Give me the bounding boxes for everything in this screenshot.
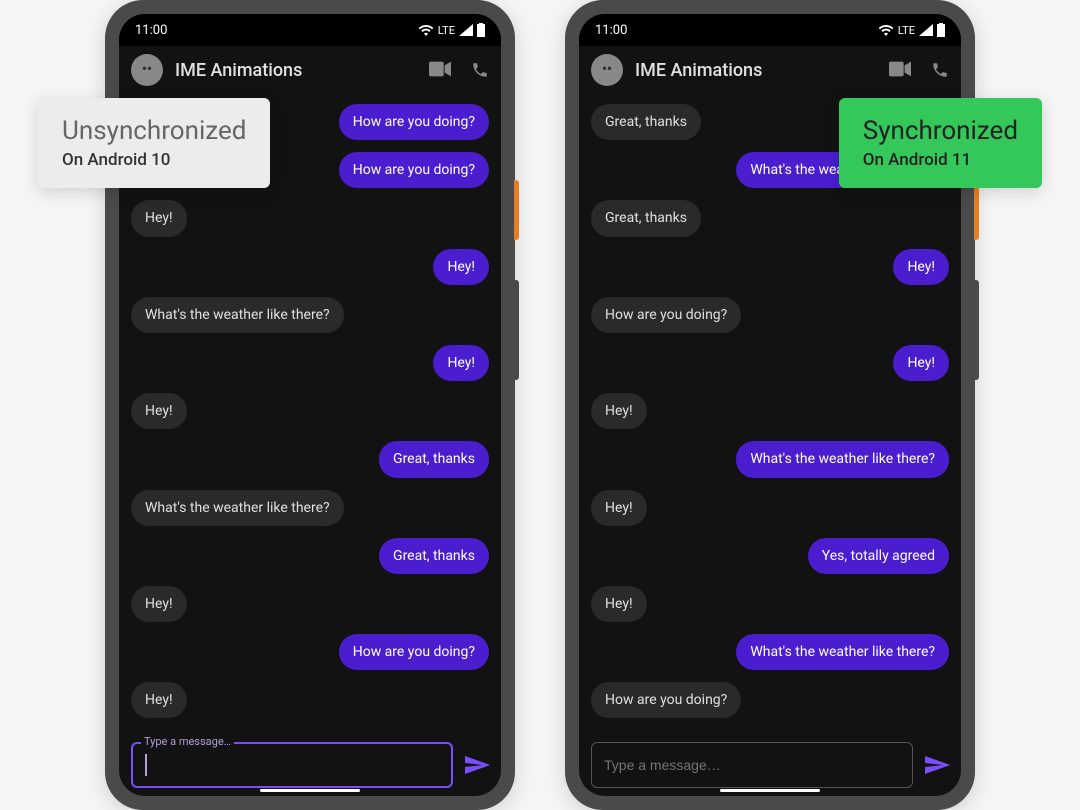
received-bubble[interactable]: Hey! <box>591 490 647 526</box>
phone-icon[interactable] <box>471 61 489 79</box>
received-bubble[interactable]: Hey! <box>131 586 187 622</box>
message-row: What's the weather like there? <box>591 441 949 477</box>
sent-bubble[interactable]: Hey! <box>433 249 489 285</box>
phone-icon[interactable] <box>931 61 949 79</box>
message-row: Great, thanks <box>591 200 949 236</box>
message-row: Hey! <box>591 249 949 285</box>
app-bar: IME Animations <box>579 46 961 94</box>
message-row: Hey! <box>591 393 949 429</box>
received-bubble[interactable]: Hey! <box>131 682 187 718</box>
message-row: Hey! <box>591 586 949 622</box>
label-unsynchronized: Unsynchronized On Android 10 <box>38 98 270 188</box>
signal-icon <box>919 24 933 36</box>
home-indicator[interactable] <box>720 789 820 792</box>
message-row: Great, thanks <box>131 538 489 574</box>
received-bubble[interactable]: Hey! <box>131 200 187 236</box>
message-row: What's the weather like there? <box>131 490 489 526</box>
message-input[interactable] <box>131 742 453 788</box>
message-row: Yes, totally agreed <box>591 538 949 574</box>
wifi-icon <box>878 24 894 36</box>
composer: Type a message… <box>119 734 501 796</box>
received-bubble[interactable]: Hey! <box>131 393 187 429</box>
sent-bubble[interactable]: Yes, totally agreed <box>808 538 949 574</box>
home-indicator[interactable] <box>260 789 360 792</box>
text-cursor <box>145 754 147 776</box>
sent-bubble[interactable]: What's the weather like there? <box>736 441 949 477</box>
received-bubble[interactable]: Great, thanks <box>591 200 701 236</box>
battery-icon <box>937 23 945 37</box>
message-row: Great, thanks <box>131 441 489 477</box>
message-row: How are you doing? <box>591 297 949 333</box>
status-time: 11:00 <box>135 23 167 38</box>
received-bubble[interactable]: How are you doing? <box>591 297 741 333</box>
app-title: IME Animations <box>175 60 417 81</box>
message-input[interactable] <box>591 742 913 788</box>
received-bubble[interactable]: How are you doing? <box>591 682 741 718</box>
app-bar: IME Animations <box>119 46 501 94</box>
sent-bubble[interactable]: How are you doing? <box>339 104 489 140</box>
battery-icon <box>477 23 485 37</box>
received-bubble[interactable]: What's the weather like there? <box>131 297 344 333</box>
send-button[interactable] <box>923 753 952 777</box>
tag-title: Unsynchronized <box>62 116 246 146</box>
label-synchronized: Synchronized On Android 11 <box>839 98 1042 188</box>
message-row: Hey! <box>131 200 489 236</box>
received-bubble[interactable]: Great, thanks <box>591 104 701 140</box>
sent-bubble[interactable]: Great, thanks <box>379 441 489 477</box>
sent-bubble[interactable]: How are you doing? <box>339 152 489 188</box>
status-bar: 11:00 LTE <box>119 14 501 46</box>
status-bar: 11:00 LTE <box>579 14 961 46</box>
message-row: Hey! <box>131 249 489 285</box>
message-row: Hey! <box>131 682 489 718</box>
composer <box>579 734 961 796</box>
message-row: Hey! <box>591 490 949 526</box>
send-button[interactable] <box>463 753 492 777</box>
network-label: LTE <box>438 24 455 37</box>
sent-bubble[interactable]: Hey! <box>893 345 949 381</box>
sent-bubble[interactable]: Hey! <box>893 249 949 285</box>
sent-bubble[interactable]: Hey! <box>433 345 489 381</box>
sent-bubble[interactable]: What's the weather like there? <box>736 634 949 670</box>
received-bubble[interactable]: Hey! <box>591 586 647 622</box>
avatar[interactable] <box>591 54 623 86</box>
tag-subtitle: On Android 10 <box>62 150 246 170</box>
status-time: 11:00 <box>595 23 627 38</box>
message-row: How are you doing? <box>131 634 489 670</box>
received-bubble[interactable]: What's the weather like there? <box>131 490 344 526</box>
message-row: Hey! <box>591 345 949 381</box>
video-icon[interactable] <box>889 61 911 77</box>
message-list-b[interactable]: Great, thanks What's the weather like the… <box>579 94 961 734</box>
tag-title: Synchronized <box>863 116 1018 146</box>
input-label: Type a message… <box>141 735 234 748</box>
message-row: Hey! <box>131 586 489 622</box>
received-bubble[interactable]: Hey! <box>591 393 647 429</box>
sent-bubble[interactable]: How are you doing? <box>339 634 489 670</box>
message-row: What's the weather like there? <box>131 297 489 333</box>
tag-subtitle: On Android 11 <box>863 150 1018 170</box>
message-list-a[interactable]: How are you doing? How are you doing? Hey!… <box>119 94 501 734</box>
network-label: LTE <box>898 24 915 37</box>
signal-icon <box>459 24 473 36</box>
wifi-icon <box>418 24 434 36</box>
message-row: Hey! <box>131 345 489 381</box>
sent-bubble[interactable]: Great, thanks <box>379 538 489 574</box>
message-row: How are you doing? <box>591 682 949 718</box>
video-icon[interactable] <box>429 61 451 77</box>
message-row: What's the weather like there? <box>591 634 949 670</box>
message-row: Hey! <box>131 393 489 429</box>
avatar[interactable] <box>131 54 163 86</box>
app-title: IME Animations <box>635 60 877 81</box>
